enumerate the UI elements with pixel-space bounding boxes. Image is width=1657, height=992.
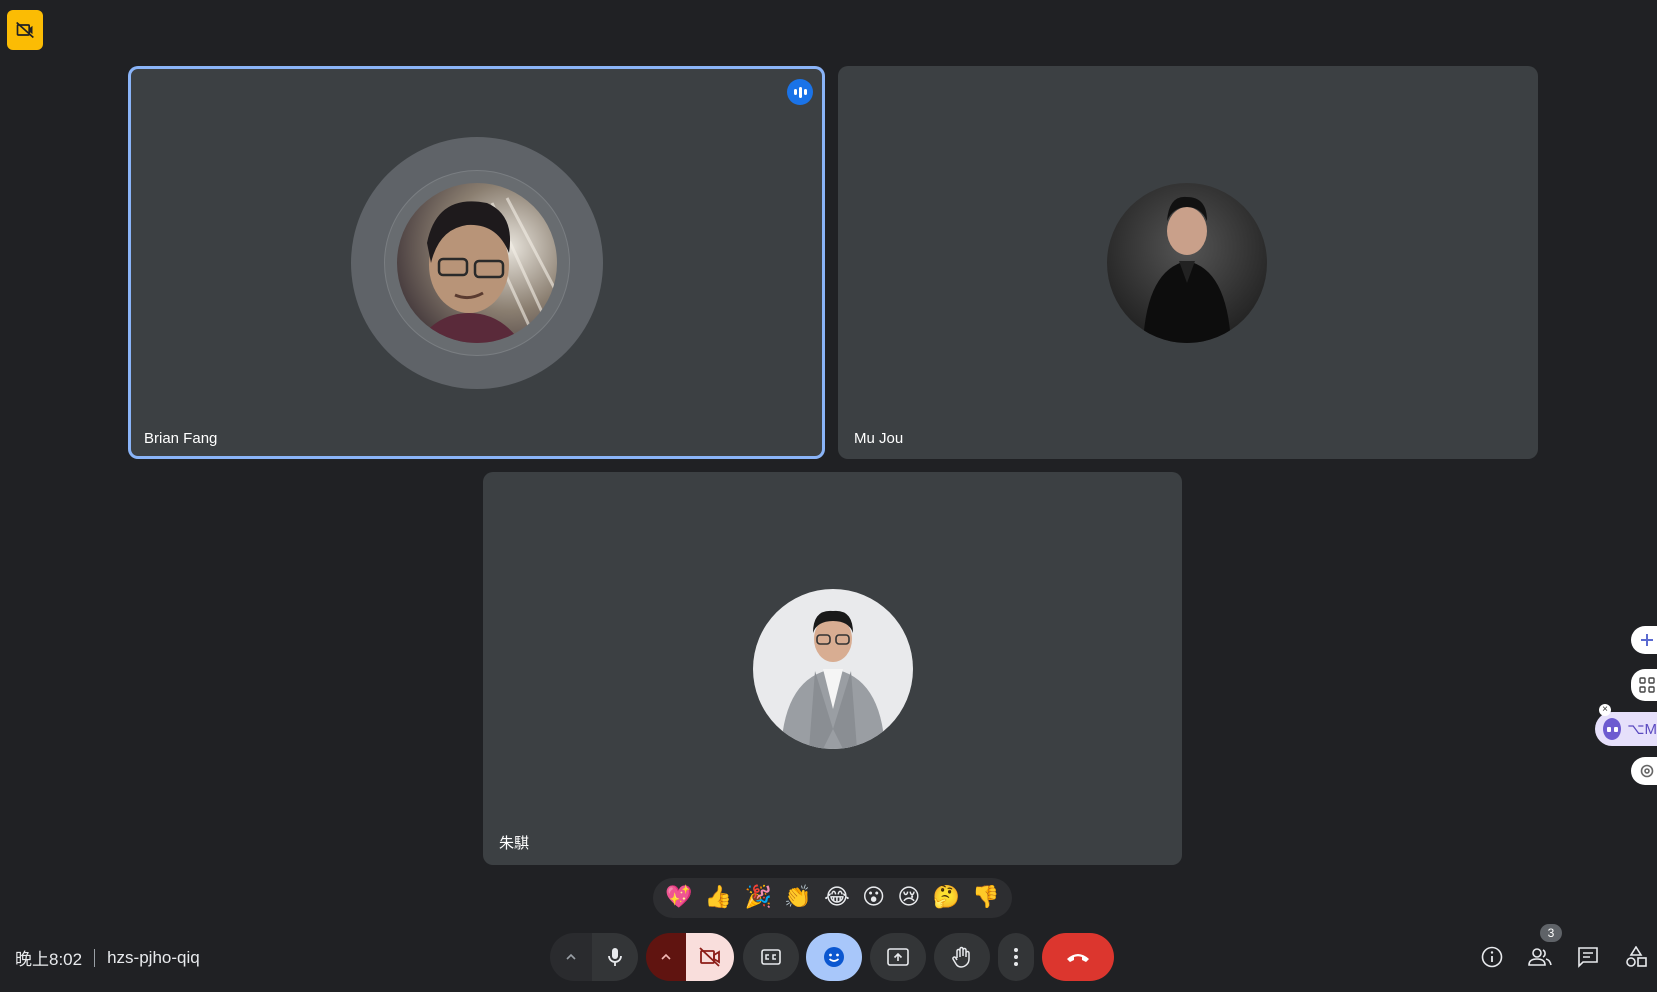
no-video-icon: [16, 21, 34, 39]
reaction-sad[interactable]: 😢: [897, 887, 920, 909]
video-options-button[interactable]: [646, 933, 686, 981]
microphone-button[interactable]: [592, 933, 638, 981]
side-apps-button[interactable]: [1631, 669, 1657, 701]
participant-name: 朱騏: [499, 835, 530, 852]
close-icon[interactable]: ×: [1599, 704, 1611, 716]
meeting-info: 晚上8:02 hzs-pjho-qiq: [15, 945, 200, 970]
assistant-icon: [1603, 718, 1622, 740]
microphone-icon: [608, 948, 622, 966]
reaction-sparkling-heart[interactable]: 💖: [665, 887, 692, 909]
present-screen-button[interactable]: [870, 933, 926, 981]
reaction-surprised[interactable]: 😮: [862, 887, 885, 909]
participant-tile-zhu-qi[interactable]: 朱騏: [483, 472, 1182, 865]
people-button[interactable]: [1527, 944, 1553, 970]
more-options-button[interactable]: [998, 933, 1034, 981]
emoji-reactions-button[interactable]: [806, 933, 862, 981]
avatar: [1107, 183, 1267, 343]
activities-button[interactable]: [1623, 944, 1649, 970]
raise-hand-icon: [952, 946, 970, 968]
activities-shapes-icon: [1626, 946, 1647, 967]
captions-button[interactable]: [743, 933, 799, 981]
avatar: [397, 183, 557, 343]
avatar: [753, 589, 913, 749]
plus-icon: [1641, 634, 1653, 646]
raise-hand-button[interactable]: [934, 933, 990, 981]
reaction-party-popper[interactable]: 🎉: [745, 887, 772, 909]
chat-icon: [1578, 947, 1598, 968]
gear-icon: [1640, 764, 1654, 778]
camera-toggle-button[interactable]: [686, 933, 734, 981]
camera-off-badge-icon: [7, 10, 43, 50]
reaction-joy[interactable]: 😂: [824, 887, 850, 909]
divider: [94, 948, 96, 967]
assistant-shortcut-label: ⌥M: [1627, 721, 1657, 738]
chevron-up-icon: [566, 953, 576, 960]
reactions-bar: 💖 👍 🎉 👏 😂 😮 😢 🤔 👎: [653, 878, 1012, 918]
grid-icon: [1639, 677, 1655, 693]
participant-name: Mu Jou: [854, 430, 904, 447]
side-settings-button[interactable]: [1631, 757, 1657, 785]
side-add-button[interactable]: [1631, 626, 1657, 654]
leave-call-button[interactable]: [1042, 933, 1114, 981]
assistant-shortcut-pill[interactable]: × ⌥M: [1595, 704, 1657, 746]
participant-count-badge: 3: [1540, 924, 1562, 942]
participant-name: Brian Fang: [144, 430, 218, 447]
present-screen-icon: [887, 948, 909, 966]
people-icon: [1528, 948, 1552, 966]
chevron-up-icon: [661, 953, 671, 960]
reaction-thumbs-up[interactable]: 👍: [705, 887, 732, 909]
meeting-details-button[interactable]: [1479, 944, 1505, 970]
chat-button[interactable]: [1575, 944, 1601, 970]
closed-captions-icon: [761, 949, 781, 965]
more-vertical-icon: [1014, 948, 1018, 966]
meeting-code[interactable]: hzs-pjho-qiq: [107, 948, 200, 968]
participant-tile-mu-jou[interactable]: Mu Jou: [838, 66, 1538, 459]
reaction-clapping[interactable]: 👏: [784, 887, 811, 909]
participant-tile-brian-fang[interactable]: Brian Fang: [128, 66, 825, 459]
meeting-time: 晚上8:02: [15, 950, 83, 969]
camera-off-icon: [699, 947, 720, 967]
reaction-thinking[interactable]: 🤔: [933, 887, 960, 909]
audio-options-button[interactable]: [550, 933, 592, 981]
reaction-thumbs-down[interactable]: 👎: [972, 887, 999, 909]
info-icon: [1481, 946, 1503, 968]
speaking-indicator-icon: [787, 79, 813, 105]
hang-up-icon: [1067, 954, 1089, 962]
smiley-icon: [824, 947, 844, 967]
